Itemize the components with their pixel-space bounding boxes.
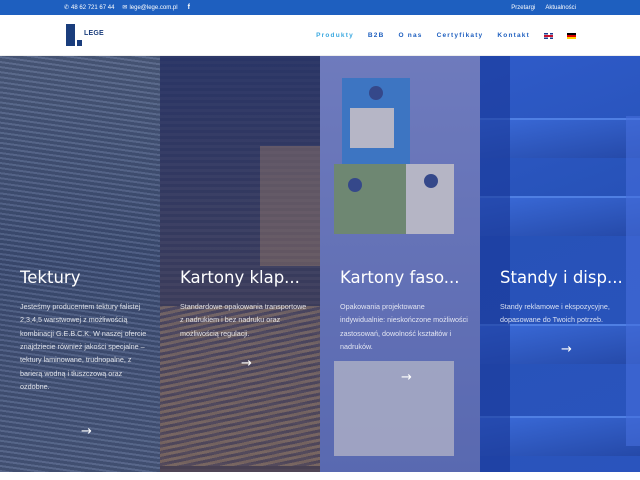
top-link-przetargi[interactable]: Przetargi bbox=[511, 5, 535, 11]
panel-content: Kartony klap... Standardowe opakowania t… bbox=[180, 268, 310, 340]
panel-description: Standardowe opakowania transportowe z na… bbox=[180, 301, 307, 338]
envelope-icon: ✉ bbox=[122, 4, 128, 11]
nav-item-o-nas[interactable]: O nas bbox=[399, 32, 423, 39]
nav-item-produkty[interactable]: Produkty bbox=[316, 32, 354, 39]
phone-link[interactable]: ✆ 48 62 721 67 44 bbox=[64, 5, 114, 11]
panel-description: Standy reklamowe i ekspozycyjne, dopasow… bbox=[500, 301, 610, 325]
facebook-icon[interactable]: f bbox=[188, 4, 190, 11]
top-bar: ✆ 48 62 721 67 44 ✉ lege@lege.com.pl f P… bbox=[0, 0, 640, 15]
panel-content: Standy i disp... Standy reklamowe i eksp… bbox=[500, 268, 630, 327]
panel-title: Standy i disp... bbox=[500, 268, 623, 287]
display-wall-image bbox=[480, 56, 510, 472]
panel-standy-displaye[interactable]: Standy i disp... Standy reklamowe i eksp… bbox=[480, 56, 640, 472]
panel-content: Kartony faso... Opakowania projektowane … bbox=[340, 268, 470, 353]
de-flag-icon[interactable] bbox=[567, 32, 576, 39]
logo-text: LEGE bbox=[84, 30, 104, 37]
phone-icon: ✆ bbox=[64, 4, 70, 11]
contact-info: ✆ 48 62 721 67 44 ✉ lege@lege.com.pl f bbox=[64, 4, 190, 11]
panel-description: Opakowania projektowane indywidualnie: n… bbox=[340, 301, 468, 352]
phone-number: 48 62 721 67 44 bbox=[71, 4, 115, 11]
panel-background-image bbox=[0, 56, 160, 472]
panel-title: Kartony klap... bbox=[180, 268, 300, 287]
nav-item-certyfikaty[interactable]: Certyfikaty bbox=[437, 32, 484, 39]
cardboard-stack-image bbox=[260, 146, 320, 266]
main-nav: Produkty B2B O nas Certyfikaty Kontakt bbox=[316, 15, 576, 56]
en-flag-icon[interactable] bbox=[544, 32, 553, 39]
panel-kartony-fasonowe[interactable]: Kartony faso... Opakowania projektowane … bbox=[320, 56, 480, 472]
nav-item-b2b[interactable]: B2B bbox=[368, 32, 385, 39]
logo-square-icon bbox=[77, 40, 82, 46]
panel-content: Tektury Jesteśmy producentem tektury fal… bbox=[20, 268, 150, 394]
panel-title: Tektury bbox=[20, 268, 81, 287]
logo-bar-icon bbox=[66, 24, 75, 46]
panel-overlay bbox=[320, 56, 480, 472]
lege-logo[interactable]: LEGE bbox=[66, 24, 111, 46]
top-links: Przetargi Aktualności bbox=[511, 0, 576, 15]
product-panels: Tektury Jesteśmy producentem tektury fal… bbox=[0, 56, 640, 472]
panel-title: Kartony faso... bbox=[340, 268, 460, 287]
arrow-right-icon[interactable]: → bbox=[561, 342, 572, 357]
email-link[interactable]: ✉ lege@lege.com.pl bbox=[122, 5, 177, 11]
main-header: LEGE Produkty B2B O nas Certyfikaty Kont… bbox=[0, 15, 640, 56]
top-link-aktualnosci[interactable]: Aktualności bbox=[545, 5, 576, 11]
arrow-right-icon[interactable]: → bbox=[81, 424, 92, 439]
arrow-right-icon[interactable]: → bbox=[401, 370, 412, 385]
panel-tektury[interactable]: Tektury Jesteśmy producentem tektury fal… bbox=[0, 56, 160, 472]
nav-item-kontakt[interactable]: Kontakt bbox=[497, 32, 530, 39]
panel-description: Jesteśmy producentem tektury falistej 2,… bbox=[20, 301, 147, 392]
panel-kartony-klapowe[interactable]: Kartony klap... Standardowe opakowania t… bbox=[160, 56, 320, 472]
email-address: lege@lege.com.pl bbox=[129, 4, 178, 11]
arrow-right-icon[interactable]: → bbox=[241, 356, 252, 371]
